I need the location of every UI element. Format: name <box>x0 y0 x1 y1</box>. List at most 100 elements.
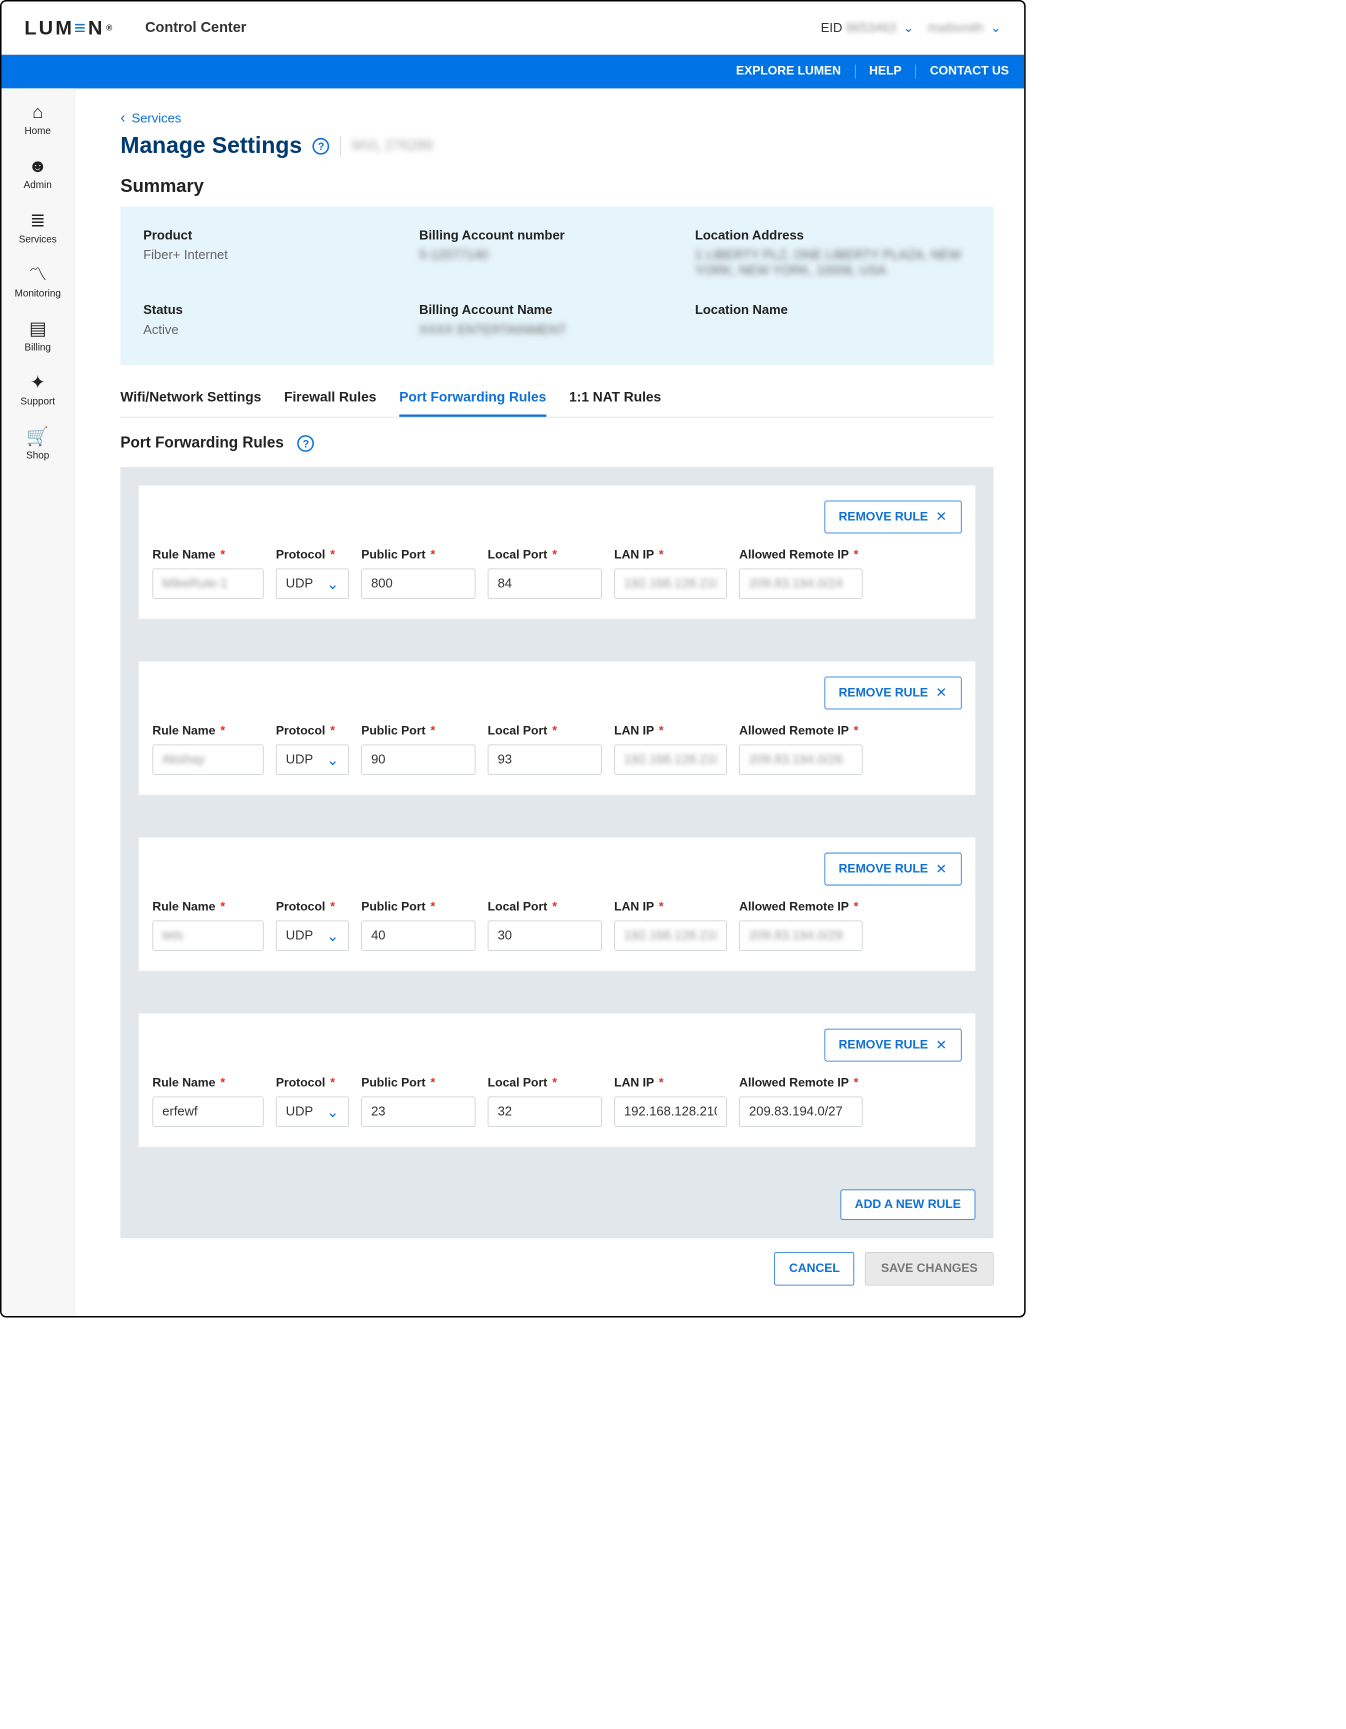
eid-label: EID <box>821 20 843 34</box>
allowed-remote-ip-label: Allowed Remote IP * <box>739 725 862 739</box>
summary-heading: Summary <box>120 176 993 197</box>
chevron-down-icon: ⌄ <box>990 20 1001 34</box>
allowed-remote-ip-input[interactable] <box>739 1097 862 1127</box>
link-explore-lumen[interactable]: EXPLORE LUMEN <box>722 65 855 79</box>
remove-rule-button[interactable]: REMOVE RULE ✕ <box>824 1029 961 1062</box>
allowed-remote-ip-input[interactable] <box>739 568 862 598</box>
rules-panel: REMOVE RULE ✕ Rule Name * Protocol * UDP… <box>120 467 993 1238</box>
cancel-label: CANCEL <box>789 1262 840 1276</box>
location-name-label: Location Name <box>695 303 971 318</box>
public-port-label: Public Port * <box>361 901 475 915</box>
close-icon: ✕ <box>936 1037 948 1053</box>
help-icon[interactable]: ? <box>313 138 330 155</box>
rule-name-label: Rule Name * <box>152 901 263 915</box>
local-port-label: Local Port * <box>488 725 602 739</box>
chevron-left-icon: ‹ <box>120 110 125 128</box>
save-changes-button[interactable]: SAVE CHANGES <box>865 1252 994 1286</box>
chevron-down-icon: ⌄ <box>326 1102 339 1121</box>
protocol-select[interactable]: UDP ⌄ <box>276 744 349 774</box>
rule-name-label: Rule Name * <box>152 549 263 563</box>
sidebar-item-billing-label: Billing <box>25 341 51 352</box>
rule-card: REMOVE RULE ✕ Rule Name * Protocol * UDP… <box>139 485 976 618</box>
lan-ip-label: LAN IP * <box>614 549 727 563</box>
breadcrumb[interactable]: ‹ Services <box>120 110 993 128</box>
billing-name-label: Billing Account Name <box>419 303 695 318</box>
tab-wifi[interactable]: Wifi/Network Settings <box>120 382 261 417</box>
cancel-button[interactable]: CANCEL <box>775 1252 855 1286</box>
remove-rule-label: REMOVE RULE <box>839 1038 928 1052</box>
lan-ip-input[interactable] <box>614 920 727 950</box>
lan-ip-input[interactable] <box>614 744 727 774</box>
public-port-input[interactable] <box>361 568 475 598</box>
bluebar: EXPLORE LUMEN HELP CONTACT US <box>2 55 1025 89</box>
eid-dropdown[interactable]: EID 8653463 ⌄ <box>821 20 914 35</box>
remove-rule-label: REMOVE RULE <box>839 510 928 524</box>
breadcrumb-services: Services <box>132 111 182 126</box>
public-port-input[interactable] <box>361 920 475 950</box>
help-icon[interactable]: ? <box>298 435 315 452</box>
product-value: Fiber+ Internet <box>143 248 419 263</box>
sidebar-item-services-label: Services <box>19 233 57 244</box>
local-port-input[interactable] <box>488 744 602 774</box>
sidebar-item-shop-label: Shop <box>26 450 49 461</box>
lan-ip-input[interactable] <box>614 568 727 598</box>
sidebar-item-billing-icon: ▤ <box>29 320 46 338</box>
rule-name-label: Rule Name * <box>152 1077 263 1091</box>
location-address-label: Location Address <box>695 228 971 243</box>
rule-name-label: Rule Name * <box>152 725 263 739</box>
location-address-value: 1 LIBERTY PLZ, ONE LIBERTY PLAZA, NEW YO… <box>695 248 971 278</box>
lan-ip-input[interactable] <box>614 1097 727 1127</box>
sidebar-item-shop[interactable]: 🛒 Shop <box>2 428 74 461</box>
chevron-down-icon: ⌄ <box>326 750 339 769</box>
protocol-label: Protocol * <box>276 901 349 915</box>
link-contact-us[interactable]: CONTACT US <box>916 65 1009 79</box>
remove-rule-button[interactable]: REMOVE RULE ✕ <box>824 853 961 886</box>
rule-name-input[interactable] <box>152 920 263 950</box>
public-port-input[interactable] <box>361 744 475 774</box>
local-port-input[interactable] <box>488 920 602 950</box>
billing-number-label: Billing Account number <box>419 228 695 243</box>
allowed-remote-ip-input[interactable] <box>739 920 862 950</box>
page-title-meta: MVL 276286 <box>352 138 434 155</box>
sidebar-item-monitoring-icon: 〽 <box>29 266 47 284</box>
tab-nat[interactable]: 1:1 NAT Rules <box>569 382 661 417</box>
protocol-select[interactable]: UDP ⌄ <box>276 568 349 598</box>
sidebar-item-billing[interactable]: ▤ Billing <box>2 320 74 353</box>
sidebar-item-services-icon: ≣ <box>30 212 45 230</box>
sidebar-item-support[interactable]: ✦ Support <box>2 374 74 407</box>
sidebar-item-admin-icon: ☻ <box>28 158 47 176</box>
lan-ip-label: LAN IP * <box>614 1077 727 1091</box>
add-new-rule-button[interactable]: ADD A NEW RULE <box>840 1189 975 1219</box>
protocol-select[interactable]: UDP ⌄ <box>276 1097 349 1127</box>
remove-rule-button[interactable]: REMOVE RULE ✕ <box>824 677 961 710</box>
rule-card: REMOVE RULE ✕ Rule Name * Protocol * UDP… <box>139 1013 976 1146</box>
sidebar-item-admin[interactable]: ☻ Admin <box>2 158 74 191</box>
sidebar-item-services[interactable]: ≣ Services <box>2 212 74 245</box>
sidebar-item-home-label: Home <box>25 125 51 136</box>
user-value: mattsmith <box>928 20 984 34</box>
protocol-value: UDP <box>286 928 313 943</box>
user-dropdown[interactable]: mattsmith ⌄ <box>928 20 1002 35</box>
local-port-input[interactable] <box>488 1097 602 1127</box>
rule-name-input[interactable] <box>152 1097 263 1127</box>
sidebar-item-monitoring[interactable]: 〽 Monitoring <box>2 266 74 299</box>
rule-name-input[interactable] <box>152 744 263 774</box>
public-port-input[interactable] <box>361 1097 475 1127</box>
tab-port-forwarding[interactable]: Port Forwarding Rules <box>399 382 546 417</box>
rule-card: REMOVE RULE ✕ Rule Name * Protocol * UDP… <box>139 837 976 970</box>
link-help[interactable]: HELP <box>855 65 916 79</box>
rule-name-input[interactable] <box>152 568 263 598</box>
sidebar: ⌂ Home ☻ Admin ≣ Services 〽 Monitoring ▤ Bil… <box>2 88 75 1316</box>
remove-rule-button[interactable]: REMOVE RULE ✕ <box>824 501 961 534</box>
lan-ip-label: LAN IP * <box>614 901 727 915</box>
sidebar-item-home[interactable]: ⌂ Home <box>2 104 74 137</box>
chevron-down-icon: ⌄ <box>326 574 339 593</box>
local-port-input[interactable] <box>488 568 602 598</box>
protocol-select[interactable]: UDP ⌄ <box>276 920 349 950</box>
tab-firewall[interactable]: Firewall Rules <box>284 382 376 417</box>
close-icon: ✕ <box>936 509 948 525</box>
close-icon: ✕ <box>936 685 948 701</box>
allowed-remote-ip-input[interactable] <box>739 744 862 774</box>
public-port-label: Public Port * <box>361 725 475 739</box>
status-value: Active <box>143 322 419 337</box>
